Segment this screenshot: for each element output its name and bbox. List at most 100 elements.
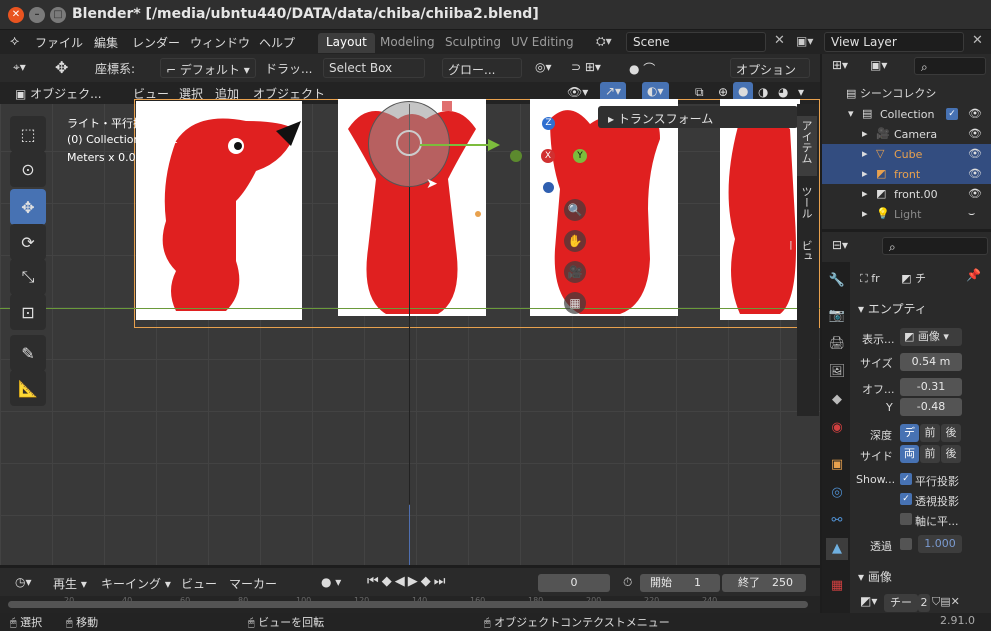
transform-gizmo-icon[interactable]: ✥ — [50, 56, 73, 77]
eye-icon[interactable]: 👁 — [968, 127, 982, 140]
proportional-edit-icon[interactable]: ● ⌒ — [624, 58, 660, 78]
gizmo-green-dot[interactable] — [510, 150, 522, 162]
pivot-icon[interactable]: ◎▾ — [530, 58, 557, 78]
outliner-row[interactable]: ▸ 💡 Light ⌣ — [822, 204, 991, 224]
display-dropdown[interactable]: ◩ 画像 ▾ — [900, 328, 962, 346]
tab-view[interactable]: ビュー — [784, 236, 817, 276]
outliner-row[interactable]: ▸ ◩ front 👁 — [822, 164, 991, 184]
expand-arrow-icon[interactable]: ▸ — [862, 167, 868, 180]
scene-close-icon[interactable]: ✕ — [774, 33, 785, 48]
menu-window[interactable]: ウィンドウ — [190, 34, 250, 51]
persp-checkbox[interactable]: ✓ — [900, 493, 912, 505]
tab-tool[interactable]: ツール — [797, 182, 817, 232]
eye-icon[interactable]: 👁 — [968, 187, 982, 200]
render-props-icon[interactable]: 📷 — [826, 305, 848, 327]
tab-sculpting[interactable]: Sculpting — [437, 33, 509, 53]
blender-logo-icon[interactable]: ⟡ — [10, 33, 19, 49]
side-back-button[interactable]: 後 — [941, 445, 961, 463]
reference-image-3[interactable] — [530, 99, 678, 316]
depth-default-button[interactable]: デ — [900, 424, 919, 442]
offset-x-field[interactable]: -0.31 — [900, 378, 962, 396]
scene-field[interactable]: Scene — [626, 32, 766, 52]
texture-props-icon[interactable]: ▦ — [826, 575, 848, 597]
select-box-dropdown[interactable]: Select Box — [323, 58, 425, 78]
measure-tool-icon[interactable]: 📐 — [10, 370, 46, 406]
empty-section-header[interactable]: ▾ エンプティ — [858, 300, 927, 317]
timeline-view-menu[interactable]: ビュー — [176, 573, 222, 593]
side-front-button[interactable]: 前 — [920, 445, 940, 463]
eye-icon[interactable]: 👁 — [968, 147, 982, 160]
snap-icon[interactable]: ⊃ ⊞▾ — [566, 58, 606, 78]
end-frame-field[interactable]: 終了 250 — [722, 574, 806, 592]
alpha-checkbox[interactable] — [900, 538, 912, 550]
image-browse-icon[interactable]: ◩▾ — [860, 594, 877, 608]
expand-arrow-icon[interactable]: ▸ — [862, 187, 868, 200]
zoom-icon[interactable]: 🔍 — [564, 199, 586, 221]
rotate-tool-icon[interactable]: ⟳ — [10, 224, 46, 260]
output-props-icon[interactable]: 🖨 — [826, 333, 848, 355]
object-props-icon[interactable]: ▣ — [826, 454, 848, 476]
move-tool-icon[interactable]: ✥ — [10, 189, 46, 225]
outliner-row[interactable]: ▸ ◩ front.00 👁 — [822, 184, 991, 204]
properties-editor-icon[interactable]: ⊟▾ — [832, 238, 848, 252]
image-name-field[interactable]: チー — [884, 594, 918, 612]
start-frame-field[interactable]: 開始 1 — [640, 574, 720, 592]
gizmo-y-arrow[interactable] — [420, 144, 490, 146]
size-field[interactable]: 0.54 m — [900, 353, 962, 371]
close-window-icon[interactable]: ✕ — [8, 7, 24, 23]
current-frame-field[interactable]: 0 — [538, 574, 610, 592]
hidden-eye-icon[interactable]: ⌣ — [968, 207, 975, 221]
record-icon[interactable]: ● ▾ — [316, 573, 346, 593]
nav-neg-z-icon[interactable] — [543, 182, 554, 193]
outliner-filter-icon[interactable]: ▣▾ — [870, 58, 887, 72]
minimize-window-icon[interactable]: – — [29, 7, 45, 23]
gizmo-plane-handle[interactable] — [442, 101, 452, 111]
axis-aligned-checkbox[interactable] — [900, 513, 912, 525]
properties-search-input[interactable]: ⌕ — [882, 237, 988, 255]
transform-tool-icon[interactable]: ⊡ — [10, 294, 46, 330]
menu-file[interactable]: ファイル — [35, 34, 83, 51]
preview-range-icon[interactable]: ⏱ — [618, 573, 637, 593]
scale-tool-icon[interactable]: ⤡ — [10, 259, 46, 295]
tab-layout[interactable]: Layout — [318, 33, 375, 53]
scene-props-icon[interactable]: ◆ — [826, 389, 848, 411]
menu-help[interactable]: ヘルプ — [259, 34, 295, 51]
view-layer-props-icon[interactable]: 🖼 — [826, 361, 848, 383]
eye-icon[interactable]: 👁 — [968, 167, 982, 180]
outliner-row[interactable]: ▸ 🎥 Camera 👁 — [822, 124, 991, 144]
timeline-editor-icon[interactable]: ◷▾ — [10, 573, 37, 593]
pin-icon[interactable]: 📌 — [966, 268, 981, 282]
scene-icon[interactable]: ⛭▾ — [596, 34, 612, 49]
menu-edit[interactable]: 編集 — [94, 34, 118, 51]
reference-image-4[interactable] — [720, 99, 800, 320]
tool-props-icon[interactable]: 🔧 — [826, 270, 848, 292]
marker-menu[interactable]: マーカー — [224, 573, 282, 593]
ortho-grid-icon[interactable]: ▦ — [564, 292, 586, 314]
outliner-search-input[interactable]: ⌕ — [914, 57, 986, 75]
view-layer-close-icon[interactable]: ✕ — [972, 33, 983, 48]
camera-view-icon[interactable]: 🎥 — [564, 261, 586, 283]
expand-arrow-icon[interactable]: ▸ — [862, 207, 868, 220]
depth-front-button[interactable]: 前 — [920, 424, 940, 442]
nav-x-axis-icon[interactable]: X — [541, 149, 555, 163]
physics-props-icon[interactable]: ◎ — [826, 482, 848, 504]
keying-menu[interactable]: キーイング ▾ — [96, 573, 176, 593]
editor-type-icon[interactable]: ⌖▾ — [8, 58, 31, 78]
image-section-header[interactable]: ▾ 画像 — [858, 568, 892, 585]
offset-y-field[interactable]: -0.48 — [900, 398, 962, 416]
options-dropdown[interactable]: オプション ▾ — [730, 58, 810, 92]
side-both-button[interactable]: 両 — [900, 445, 919, 463]
tab-modeling[interactable]: Modeling — [372, 33, 443, 53]
playback-controls[interactable]: ⏮◆◀▶◆⏭ — [362, 572, 453, 592]
image-fake-user-icon[interactable]: ⛉▤✕ — [932, 595, 960, 609]
global-dropdown[interactable]: グロー... — [442, 58, 522, 78]
cursor-tool-icon[interactable]: ⊙ — [10, 151, 46, 187]
alpha-field[interactable]: 1.000 — [918, 535, 962, 553]
nav-z-axis-icon[interactable]: Z — [542, 117, 555, 130]
view-layer-field[interactable]: View Layer — [824, 32, 964, 52]
nav-y-axis-icon[interactable]: Y — [573, 149, 587, 163]
collection-exclude-checkbox[interactable]: ✓ — [946, 108, 958, 120]
expand-arrow-icon[interactable]: ▾ — [848, 107, 854, 120]
ortho-checkbox[interactable]: ✓ — [900, 473, 912, 485]
scene-collection-row[interactable]: ▤ シーンコレクシ — [846, 85, 936, 101]
